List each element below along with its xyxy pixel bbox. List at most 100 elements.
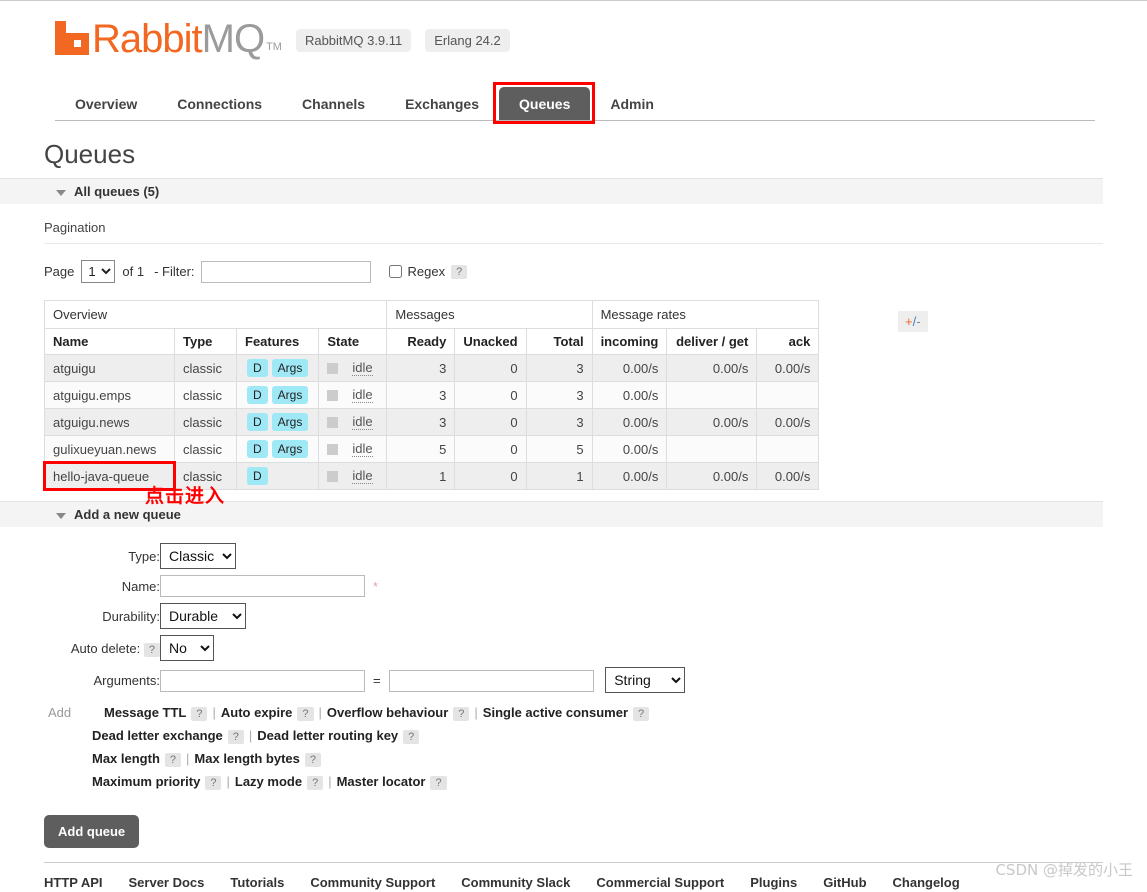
- queue-deliver-get-cell: [666, 381, 758, 409]
- tab-exchanges[interactable]: Exchanges: [385, 87, 499, 120]
- page-select[interactable]: 1: [81, 260, 116, 283]
- regex-checkbox[interactable]: [388, 265, 402, 278]
- all-queues-section-header[interactable]: All queues (5): [0, 178, 1103, 204]
- argument-preset-link[interactable]: Master locator: [337, 774, 426, 789]
- queue-state-cell: idle: [318, 462, 388, 490]
- preset-help-icon[interactable]: ?: [205, 776, 222, 790]
- queue-name-input[interactable]: [160, 575, 365, 597]
- queue-name-link[interactable]: atguigu.news: [53, 415, 130, 430]
- queue-name-cell[interactable]: atguigu: [44, 354, 175, 382]
- table-row[interactable]: atguigu.news classic D Args idle 3 0 3 0.00/s 0.0…: [44, 408, 820, 436]
- argument-preset-link[interactable]: Dead letter exchange: [92, 728, 223, 743]
- main-navigation: Overview Connections Channels Exchanges …: [55, 82, 1095, 124]
- argument-type-select[interactable]: String: [605, 667, 686, 693]
- args-badge[interactable]: Args: [271, 440, 309, 458]
- footer-link[interactable]: Community Slack: [461, 875, 570, 890]
- args-badge[interactable]: Args: [271, 413, 309, 431]
- preset-help-icon[interactable]: ?: [164, 753, 182, 767]
- queues-table-group-header: Overview Messages Message rates: [43, 300, 820, 329]
- footer-link[interactable]: Commercial Support: [596, 875, 724, 890]
- queue-name-link[interactable]: gulixueyuan.news: [53, 442, 156, 457]
- durable-badge[interactable]: D: [247, 359, 268, 377]
- queue-ack-cell: [756, 381, 820, 409]
- table-row[interactable]: gulixueyuan.news classic D Args idle 5 0 5 0.00/…: [44, 435, 820, 463]
- queue-name-link[interactable]: hello-java-queue: [53, 469, 149, 484]
- queue-deliver-get-cell: 0.00/s: [666, 408, 758, 436]
- state-wrapper: idle: [327, 360, 378, 376]
- col-name[interactable]: Name: [44, 328, 175, 355]
- table-row[interactable]: atguigu.emps classic D Args idle 3 0 3 0.00/s: [44, 381, 820, 409]
- argument-preset-link[interactable]: Max length: [92, 751, 160, 766]
- rabbitmq-version-badge: RabbitMQ 3.9.11: [295, 29, 412, 52]
- queue-name-cell[interactable]: atguigu.emps: [44, 381, 175, 409]
- preset-help-icon[interactable]: ?: [304, 753, 322, 767]
- durability-field-cell: Durable: [160, 600, 685, 632]
- argument-preset-link[interactable]: Maximum priority: [92, 774, 200, 789]
- auto-delete-help-icon[interactable]: ?: [143, 642, 160, 657]
- col-ack[interactable]: ack: [756, 328, 820, 355]
- queue-total-cell: 5: [525, 435, 593, 463]
- preset-help-icon[interactable]: ?: [403, 730, 420, 744]
- footer-link[interactable]: Changelog: [893, 875, 960, 890]
- footer-link[interactable]: Server Docs: [129, 875, 205, 890]
- argument-preset-link[interactable]: Auto expire: [221, 705, 293, 720]
- argument-key-input[interactable]: [160, 669, 365, 692]
- preset-help-icon[interactable]: ?: [633, 707, 650, 721]
- footer-link[interactable]: Tutorials: [230, 875, 284, 890]
- argument-value-input[interactable]: [388, 669, 594, 692]
- args-badge[interactable]: Args: [271, 359, 309, 377]
- durable-badge[interactable]: D: [247, 440, 268, 458]
- col-ready[interactable]: Ready: [386, 328, 456, 355]
- footer-link[interactable]: Plugins: [750, 875, 797, 890]
- footer-link[interactable]: GitHub: [823, 875, 866, 890]
- argument-preset-link[interactable]: Max length bytes: [194, 751, 299, 766]
- argument-preset-link[interactable]: Lazy mode: [235, 774, 302, 789]
- column-toggle-button[interactable]: +/-: [898, 311, 928, 332]
- tab-connections[interactable]: Connections: [157, 87, 282, 120]
- queue-name-cell[interactable]: gulixueyuan.news: [44, 435, 175, 463]
- footer-link[interactable]: Community Support: [310, 875, 435, 890]
- preset-help-icon[interactable]: ?: [430, 776, 447, 790]
- queue-name-cell[interactable]: atguigu.news: [44, 408, 175, 436]
- durable-badge[interactable]: D: [247, 413, 268, 431]
- tab-admin[interactable]: Admin: [590, 87, 674, 120]
- click-to-enter-annotation: 点击进入: [145, 485, 226, 507]
- col-unacked[interactable]: Unacked: [454, 328, 527, 355]
- args-badge[interactable]: Args: [271, 386, 309, 404]
- preset-help-icon[interactable]: ?: [307, 776, 324, 790]
- form-row-arguments: Arguments: = String: [48, 664, 686, 696]
- table-row[interactable]: atguigu classic D Args idle 3 0 3 0.00/s 0.00/s 0.…: [44, 354, 820, 382]
- add-queue-button[interactable]: Add queue: [44, 815, 140, 848]
- tab-overview[interactable]: Overview: [55, 87, 157, 120]
- argument-preset-link[interactable]: Message TTL: [104, 705, 186, 720]
- footer-links: HTTP API Server Docs Tutorials Community Su…: [44, 862, 1103, 890]
- col-deliver-get[interactable]: deliver / get: [666, 328, 758, 355]
- preset-separator: |: [212, 705, 216, 720]
- footer-link[interactable]: HTTP API: [44, 875, 103, 890]
- preset-help-icon[interactable]: ?: [453, 707, 470, 721]
- queue-name-link[interactable]: atguigu.emps: [53, 388, 131, 403]
- preset-help-icon[interactable]: ?: [297, 707, 314, 721]
- filter-input[interactable]: [200, 260, 371, 283]
- tab-queues[interactable]: Queues: [499, 87, 591, 120]
- preset-help-icon[interactable]: ?: [227, 730, 244, 744]
- col-features[interactable]: Features: [235, 328, 320, 355]
- argument-preset-link[interactable]: Single active consumer: [483, 705, 628, 720]
- col-type[interactable]: Type: [174, 328, 237, 355]
- col-state[interactable]: State: [318, 328, 388, 355]
- queue-ack-cell: [756, 435, 820, 463]
- durability-select[interactable]: Durable: [160, 603, 246, 629]
- regex-help-icon[interactable]: ?: [451, 264, 468, 279]
- auto-delete-select[interactable]: No: [160, 635, 214, 661]
- col-total[interactable]: Total: [525, 328, 593, 355]
- durable-badge[interactable]: D: [247, 386, 268, 404]
- queue-name-link[interactable]: atguigu: [53, 361, 96, 376]
- queue-type-select[interactable]: Classic: [160, 543, 236, 569]
- durable-badge[interactable]: D: [247, 467, 268, 485]
- argument-preset-link[interactable]: Dead letter routing key: [257, 728, 398, 743]
- preset-help-icon[interactable]: ?: [191, 707, 208, 721]
- form-row-auto-delete: Auto delete: ? No: [48, 632, 685, 664]
- tab-channels[interactable]: Channels: [282, 87, 385, 120]
- col-incoming[interactable]: incoming: [591, 328, 668, 355]
- argument-preset-link[interactable]: Overflow behaviour: [327, 705, 448, 720]
